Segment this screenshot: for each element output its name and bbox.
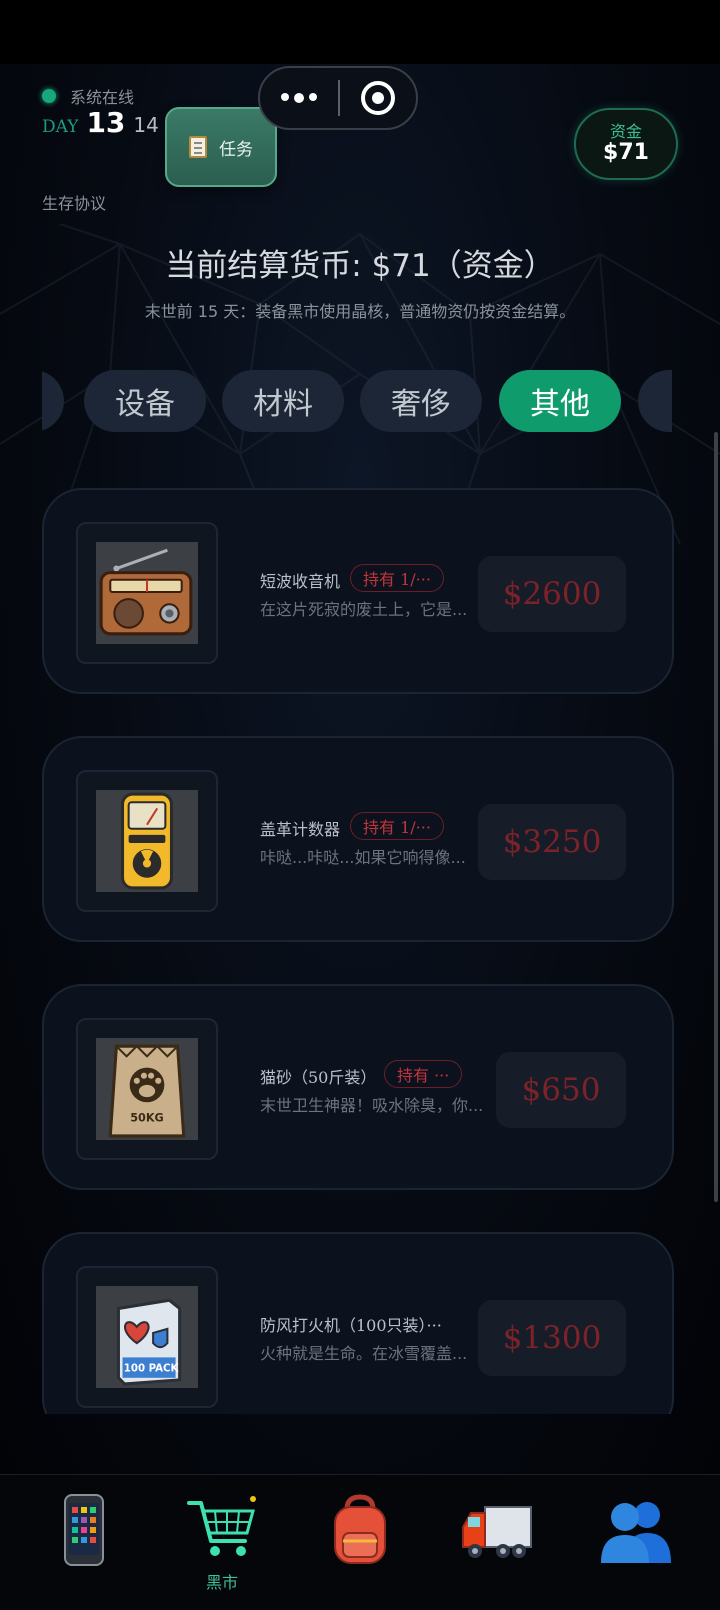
item-name: 防风打火机（100只装）··· [260, 1316, 442, 1335]
item-description: 咔哒...咔哒...如果它响得像... [260, 848, 466, 867]
funds-badge[interactable]: 资金 $71 [574, 108, 678, 180]
truck-icon [462, 1506, 532, 1558]
status-text: 系统在线 [70, 88, 135, 107]
backpack-icon [334, 1494, 386, 1564]
buy-price-button[interactable]: $3250 [478, 804, 626, 880]
radio-icon [96, 542, 198, 644]
list-item[interactable]: 50KG 猫砂（50斤装） 持有 ··· 末世卫生神器！吸水除臭，你... $6… [42, 984, 674, 1190]
list-item[interactable]: 100 PACK 防风打火机（100只装）··· 火种就是生命。在冰雪覆盖...… [42, 1232, 674, 1414]
owned-badge: 持有 ··· [384, 1060, 463, 1088]
buy-price-button[interactable]: $2600 [478, 556, 626, 632]
category-tabs: 设备 材料 奢侈 其他 [42, 370, 672, 432]
buy-price-button[interactable]: $650 [496, 1052, 626, 1128]
tab-label: 设备 [115, 387, 175, 422]
owned-badge: 持有 1/··· [350, 812, 444, 840]
bottom-navigation: 黑市 [0, 1474, 720, 1610]
item-thumbnail [76, 770, 218, 912]
geiger-counter-icon [96, 790, 198, 892]
tab-next-partial[interactable] [638, 370, 672, 432]
item-name: 猫砂（50斤装） [260, 1068, 377, 1087]
nav-black-market[interactable]: 黑市 [172, 1493, 272, 1593]
nav-people[interactable] [586, 1493, 686, 1593]
item-name: 盖革计数器 [260, 820, 341, 839]
shopping-cart-icon [187, 1496, 256, 1556]
item-name: 短波收音机 [260, 572, 341, 591]
tab-materials[interactable]: 材料 [222, 370, 344, 432]
owned-badge: 持有 1/··· [350, 564, 444, 592]
task-button-label: 任务 [219, 139, 253, 160]
bag-label: 50KG [130, 1112, 163, 1125]
scrollbar[interactable] [714, 432, 718, 1202]
item-thumbnail [76, 522, 218, 664]
tab-label: 奢侈 [391, 387, 451, 422]
people-icon [601, 1502, 671, 1563]
task-button[interactable]: 任务 [165, 107, 277, 187]
funds-label: 资金 [609, 122, 642, 141]
clipboard-icon [189, 136, 207, 158]
day-label: DAY [42, 117, 79, 137]
item-thumbnail: 100 PACK [76, 1266, 218, 1408]
tab-luxury[interactable]: 奢侈 [360, 370, 482, 432]
box-label: 100 PACK [124, 1364, 180, 1375]
lighter-box-icon: 100 PACK [96, 1286, 198, 1388]
buy-price-button[interactable]: $1300 [478, 1300, 626, 1376]
system-status: 系统在线 [42, 84, 134, 108]
tab-other[interactable]: 其他 [499, 370, 621, 432]
close-target-button[interactable] [340, 81, 416, 115]
item-list[interactable]: 短波收音机 持有 1/··· 在这片死寂的废土上，它是... $2600 盖革计… [42, 488, 674, 1414]
day-total: 14 [133, 113, 159, 137]
list-item[interactable]: 盖革计数器 持有 1/··· 咔哒...咔哒...如果它响得像... $3250 [42, 736, 674, 942]
tab-label: 其他 [530, 387, 590, 422]
cat-litter-bag-icon: 50KG [96, 1038, 198, 1140]
nav-backpack[interactable] [310, 1493, 410, 1593]
currency-heading: 当前结算货币: $71（资金） [165, 248, 555, 284]
app-screen: 系统在线 DAY 13 14 生存协议 任务 资金 $71 当前结算货币: $7… [0, 64, 720, 1474]
status-bar-area [0, 0, 720, 64]
funds-value: $71 [603, 140, 649, 165]
day-current: 13 [86, 106, 126, 139]
target-circle-icon [361, 81, 395, 115]
day-counter: DAY 13 14 [42, 106, 159, 139]
tab-equipment[interactable]: 设备 [84, 370, 206, 432]
item-thumbnail: 50KG [76, 1018, 218, 1160]
currency-note: 末世前 15 天：装备黑市使用晶核，普通物资仍按资金结算。 [144, 302, 576, 321]
item-description: 在这片死寂的废土上，它是... [260, 600, 468, 619]
phone-icon [64, 1494, 104, 1566]
online-status-icon [42, 89, 56, 103]
list-item[interactable]: 短波收音机 持有 1/··· 在这片死寂的废土上，它是... $2600 [42, 488, 674, 694]
item-description: 末世卫生神器！吸水除臭，你... [260, 1096, 484, 1115]
survival-protocol-label[interactable]: 生存协议 [42, 190, 106, 214]
nav-truck[interactable] [446, 1493, 546, 1593]
mini-program-capsule [258, 66, 418, 130]
tab-prev-partial[interactable] [42, 370, 64, 432]
item-description: 火种就是生命。在冰雪覆盖... [260, 1344, 468, 1363]
tab-label: 材料 [253, 387, 313, 422]
more-menu-icon[interactable] [260, 93, 338, 103]
nav-label: 黑市 [205, 1573, 238, 1592]
nav-phone[interactable] [34, 1493, 134, 1593]
